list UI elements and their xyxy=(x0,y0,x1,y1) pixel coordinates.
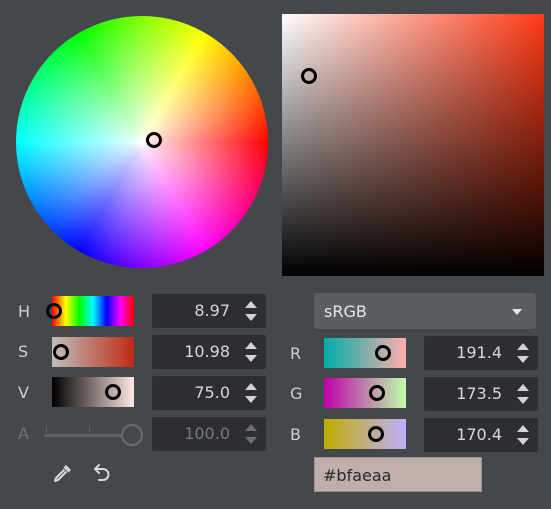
chevron-down-icon xyxy=(512,309,522,315)
alpha-slider-track[interactable] xyxy=(44,434,132,437)
hue-slider-handle[interactable] xyxy=(46,303,62,319)
red-slider-handle[interactable] xyxy=(375,345,391,361)
blue-slider[interactable] xyxy=(324,419,406,449)
increment-icon[interactable] xyxy=(517,343,529,350)
value-value: 75.0 xyxy=(194,383,230,402)
blue-value: 170.4 xyxy=(456,425,502,444)
increment-icon[interactable] xyxy=(245,342,257,349)
value-spinbox[interactable]: 75.0 xyxy=(152,376,266,410)
value-slider[interactable] xyxy=(52,377,134,407)
red-label: R xyxy=(290,344,302,363)
color-mode-select[interactable]: sRGB xyxy=(314,293,536,329)
decrement-icon[interactable] xyxy=(517,356,529,363)
red-slider[interactable] xyxy=(324,338,406,368)
alpha-tick xyxy=(46,427,47,433)
hue-value: 8.97 xyxy=(194,301,230,320)
saturation-value-square[interactable] xyxy=(282,14,544,276)
color-wheel-marker[interactable] xyxy=(146,132,162,148)
alpha-slider-handle[interactable] xyxy=(121,424,143,446)
green-spinbox[interactable]: 173.5 xyxy=(424,377,538,411)
alpha-spinbox[interactable]: 100.0 xyxy=(152,417,266,451)
eyedropper-icon[interactable] xyxy=(51,461,75,485)
increment-icon[interactable] xyxy=(245,424,257,431)
value-label: V xyxy=(18,383,29,402)
decrement-icon[interactable] xyxy=(517,438,529,445)
blue-spinbox[interactable]: 170.4 xyxy=(424,418,538,452)
hue-label: H xyxy=(18,302,31,321)
hex-color-field[interactable]: #bfaeaa xyxy=(314,457,482,492)
saturation-label: S xyxy=(18,342,29,361)
hue-slider[interactable] xyxy=(46,296,134,326)
decrement-icon[interactable] xyxy=(245,396,257,403)
sv-marker[interactable] xyxy=(301,68,317,84)
decrement-icon[interactable] xyxy=(517,397,529,404)
blue-slider-handle[interactable] xyxy=(368,426,384,442)
alpha-tick xyxy=(89,427,90,433)
decrement-icon[interactable] xyxy=(245,437,257,444)
saturation-slider-handle[interactable] xyxy=(53,344,69,360)
red-value: 191.4 xyxy=(456,343,502,362)
saturation-slider[interactable] xyxy=(52,337,134,367)
blue-label: B xyxy=(290,425,301,444)
green-label: G xyxy=(290,384,303,403)
green-slider[interactable] xyxy=(324,378,406,408)
increment-icon[interactable] xyxy=(245,383,257,390)
hue-spinbox[interactable]: 8.97 xyxy=(152,294,266,328)
color-wheel[interactable] xyxy=(16,16,268,268)
increment-icon[interactable] xyxy=(517,384,529,391)
alpha-value: 100.0 xyxy=(184,424,230,443)
decrement-icon[interactable] xyxy=(245,355,257,362)
increment-icon[interactable] xyxy=(245,301,257,308)
color-mode-value: sRGB xyxy=(324,302,367,321)
undo-icon[interactable] xyxy=(88,460,114,486)
green-slider-handle[interactable] xyxy=(369,385,385,401)
value-slider-handle[interactable] xyxy=(105,384,121,400)
decrement-icon[interactable] xyxy=(245,314,257,321)
increment-icon[interactable] xyxy=(517,425,529,432)
alpha-label: A xyxy=(18,424,29,443)
red-spinbox[interactable]: 191.4 xyxy=(424,336,538,370)
hex-value: #bfaeaa xyxy=(323,466,392,485)
green-value: 173.5 xyxy=(456,384,502,403)
saturation-value: 10.98 xyxy=(184,342,230,361)
saturation-spinbox[interactable]: 10.98 xyxy=(152,335,266,369)
